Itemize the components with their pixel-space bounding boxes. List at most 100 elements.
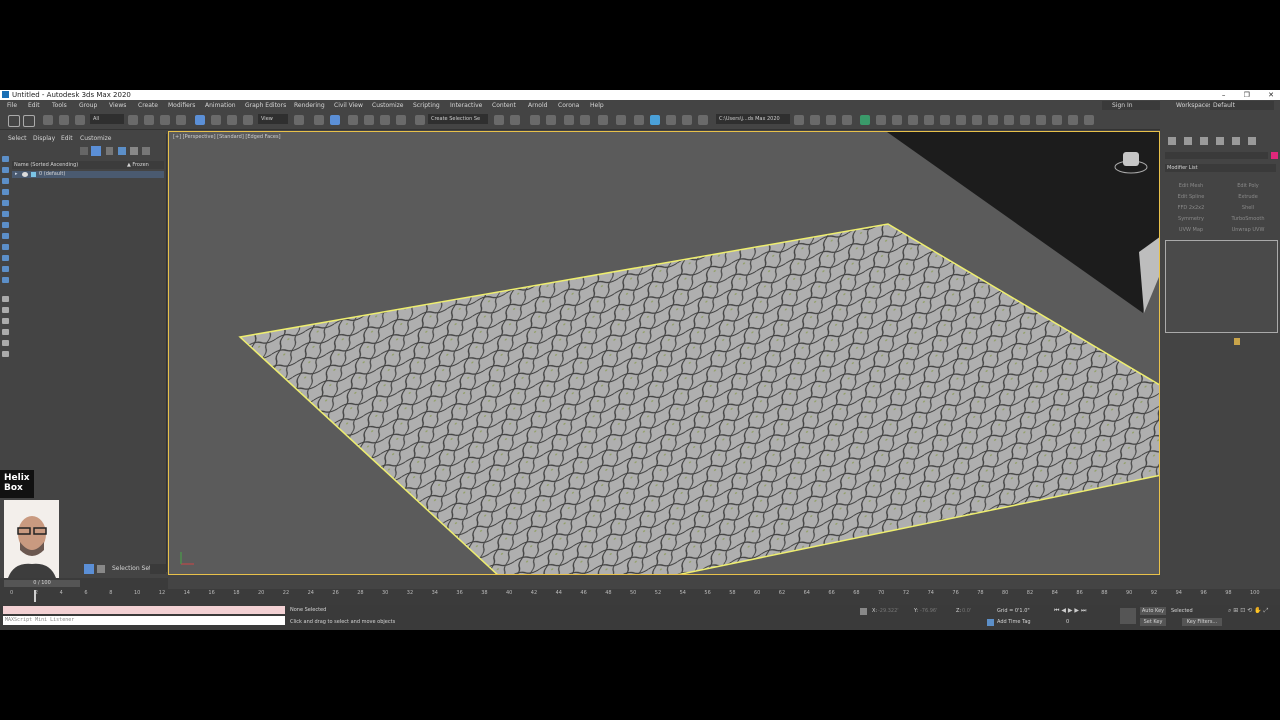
filter-cameras-icon[interactable] [2, 189, 9, 195]
menu-edit[interactable]: Edit [28, 100, 40, 111]
selection-set-icon[interactable] [84, 564, 94, 574]
select-and-rotate-icon[interactable] [211, 115, 221, 125]
modifier-edit-spline-button[interactable]: Edit Spline [1165, 193, 1217, 201]
modifier-extrude-button[interactable]: Extrude [1222, 193, 1274, 201]
create-tab-icon[interactable] [1168, 137, 1176, 145]
align-icon[interactable] [510, 115, 520, 125]
select-dependents-icon[interactable] [2, 351, 9, 357]
display-all-icon[interactable] [2, 296, 9, 302]
render-in-cloud-icon[interactable] [682, 115, 692, 125]
maxscript-output[interactable] [3, 606, 285, 614]
schematic-view-icon[interactable] [598, 115, 608, 125]
corona-camera-icon[interactable] [956, 115, 966, 125]
modifier-symmetry-button[interactable]: Symmetry [1165, 215, 1217, 223]
close-button[interactable]: ✕ [1268, 91, 1274, 99]
menu-views[interactable]: Views [109, 100, 126, 111]
workspace-dropdown[interactable]: Default [1210, 101, 1274, 110]
filter-space-warps-icon[interactable] [2, 211, 9, 217]
corona-vfb-icon[interactable] [892, 115, 902, 125]
motion-tab-icon[interactable] [1216, 137, 1224, 145]
filter-hidden-icon[interactable] [2, 277, 9, 283]
menu-group[interactable]: Group [79, 100, 97, 111]
menu-graph-editors[interactable]: Graph Editors [245, 100, 286, 111]
corona-converter-icon[interactable] [908, 115, 918, 125]
corona-scatter-icon[interactable] [1020, 115, 1030, 125]
bind-space-warp-icon[interactable] [75, 115, 85, 125]
zoom-all-icon[interactable]: ⊞ [1233, 607, 1238, 614]
toggle-scene-explorer-icon[interactable] [530, 115, 540, 125]
unlink-icon[interactable] [59, 115, 69, 125]
redo-icon[interactable] [23, 115, 35, 127]
column-frozen[interactable]: ▲ Frozen [127, 161, 149, 169]
corona-material-icon[interactable] [1004, 115, 1014, 125]
modifier-edit-mesh-button[interactable]: Edit Mesh [1165, 182, 1217, 190]
select-and-place-icon[interactable] [243, 115, 253, 125]
pivot-center-icon[interactable] [294, 115, 304, 125]
corona-sun-icon[interactable] [972, 115, 982, 125]
menu-rendering[interactable]: Rendering [294, 100, 325, 111]
display-none-filter-icon[interactable] [2, 307, 9, 313]
corona-decal-icon[interactable] [1036, 115, 1046, 125]
select-and-scale-icon[interactable] [227, 115, 237, 125]
save-project-icon[interactable] [842, 115, 852, 125]
toggle-layer-explorer-icon[interactable] [546, 115, 556, 125]
filter-shapes-icon[interactable] [2, 167, 9, 173]
filter-xrefs-icon[interactable] [2, 233, 9, 239]
maxscript-listener-input[interactable]: MAXScript Mini Listener [3, 616, 285, 625]
minimize-button[interactable]: – [1222, 91, 1226, 99]
link-icon[interactable] [43, 115, 53, 125]
next-frame-icon[interactable]: ▶ [1074, 607, 1079, 614]
rendered-frame-window-icon[interactable] [650, 115, 660, 125]
zoom-icon[interactable]: ⌕ [1228, 607, 1231, 614]
project-path-dropdown[interactable]: C:\Users\j...ds Max 2020 [716, 114, 790, 124]
modifier-shell-button[interactable]: Shell [1222, 204, 1274, 212]
filter-groups-icon[interactable] [2, 222, 9, 228]
select-manipulate-icon[interactable] [314, 115, 324, 125]
filter-helpers-icon[interactable] [2, 200, 9, 206]
layer-explorer-icon[interactable] [97, 565, 105, 573]
modifier-ffd-button[interactable]: FFD 2x2x2 [1165, 204, 1217, 212]
edit-named-selection-icon[interactable] [415, 115, 425, 125]
play-icon[interactable]: ▶ [1068, 607, 1073, 614]
menu-help[interactable]: Help [590, 100, 604, 111]
keyboard-shortcut-override-icon[interactable] [330, 115, 340, 125]
orbit-icon[interactable]: ⟲ [1247, 607, 1252, 614]
modify-tab-icon[interactable] [1184, 137, 1192, 145]
menu-corona[interactable]: Corona [558, 100, 579, 111]
key-filters-button[interactable]: Key Filters... [1182, 618, 1222, 626]
modifier-uvw-map-button[interactable]: UVW Map [1165, 226, 1217, 234]
frame-slider[interactable]: 0 / 100 [0, 578, 168, 589]
project-folder-icon[interactable] [794, 115, 804, 125]
material-editor-icon[interactable] [616, 115, 626, 125]
menu-modifiers[interactable]: Modifiers [168, 100, 195, 111]
modifier-unwrap-uvw-button[interactable]: Unwrap UVW [1222, 226, 1274, 234]
filter-icon[interactable] [80, 147, 88, 155]
perspective-viewport[interactable]: [+] [Perspective] [Standard] [Edged Face… [168, 131, 1160, 575]
utilities-tab-icon[interactable] [1248, 137, 1256, 145]
goto-end-icon[interactable]: ⏭ [1081, 607, 1086, 614]
goto-start-icon[interactable]: ⏮ [1054, 607, 1059, 614]
configure-modifier-sets-icon[interactable] [1234, 338, 1240, 345]
maximize-viewport-icon[interactable]: ⤢ [1264, 607, 1269, 614]
current-frame-marker[interactable] [34, 590, 36, 602]
prev-frame-icon[interactable]: ◀ [1061, 607, 1066, 614]
filter-lights-icon[interactable] [2, 178, 9, 184]
a360-gallery-icon[interactable] [698, 115, 708, 125]
undo-icon[interactable] [8, 115, 20, 127]
zoom-extents-icon[interactable]: ⊡ [1240, 607, 1245, 614]
modifier-list-dropdown[interactable]: Modifier List [1165, 164, 1276, 172]
menu-file[interactable]: File [7, 100, 17, 111]
timeline[interactable]: 0 2 4 6 8 10 12 14 16 18 20 22 24 26 28 30 32 34 36 38 40 42 4… [0, 589, 1280, 605]
tab-customize[interactable]: Customize [80, 134, 112, 144]
z-coordinate-field[interactable]: 0.0' [962, 607, 992, 615]
menu-create[interactable]: Create [138, 100, 158, 111]
auto-key-button[interactable]: Auto Key [1140, 607, 1166, 615]
mirror-icon[interactable] [494, 115, 504, 125]
modifier-turbosmooth-button[interactable]: TurboSmooth [1222, 215, 1274, 223]
filter-containers-icon[interactable] [2, 255, 9, 261]
filter-frozen-icon[interactable] [2, 266, 9, 272]
corona-light-icon[interactable] [940, 115, 950, 125]
menu-customize[interactable]: Customize [372, 100, 404, 111]
set-key-button[interactable]: Set Key [1140, 618, 1166, 626]
display-none-icon[interactable] [91, 146, 101, 156]
